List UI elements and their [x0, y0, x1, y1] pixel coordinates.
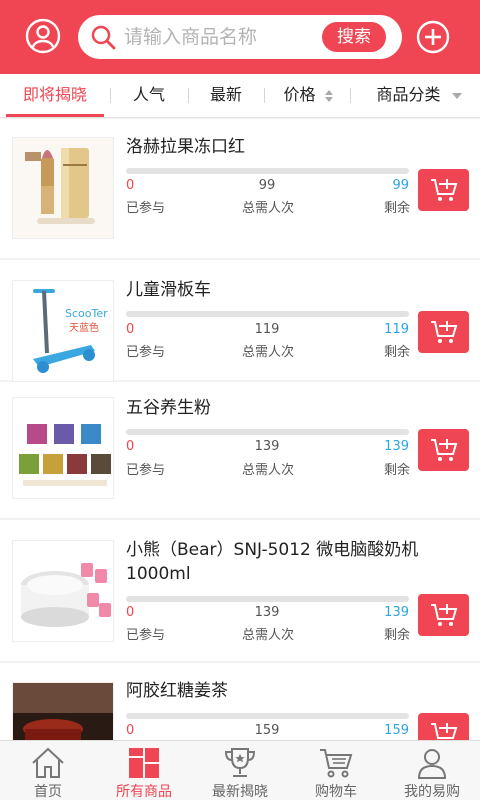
list-item[interactable]: 洛赫拉果冻口红 0 99 99 已参与 总需人次 剩余 [0, 119, 480, 258]
product-name: 洛赫拉果冻口红 [126, 137, 245, 157]
joined-count: 0 [126, 439, 135, 454]
nav-my-account-label: 我的易购 [404, 784, 460, 800]
nav-home[interactable]: 首页 [0, 741, 96, 800]
add-to-cart-button[interactable] [418, 594, 469, 636]
user-icon [417, 749, 447, 779]
cart-plus-icon [431, 179, 458, 201]
nav-cart-label: 购物车 [315, 784, 357, 800]
tab-price-label: 价格 [283, 85, 316, 104]
total-count: 119 [254, 322, 280, 337]
remaining-count: 119 [384, 322, 409, 337]
user-avatar-icon[interactable] [25, 18, 61, 54]
joined-count: 0 [126, 723, 135, 738]
home-icon [32, 747, 64, 778]
remaining-label: 剩余 [384, 201, 411, 216]
remaining-label: 剩余 [384, 463, 411, 478]
add-to-cart-button[interactable] [418, 311, 469, 353]
remaining-count: 139 [384, 605, 409, 620]
tab-popularity[interactable]: 人气 [112, 74, 186, 116]
product-list: 洛赫拉果冻口红 0 99 99 已参与 总需人次 剩余 ScooTer 天蓝色 … [0, 119, 480, 740]
tab-newest[interactable]: 最新 [190, 74, 262, 116]
grid-icon [129, 748, 159, 778]
joined-label: 已参与 [126, 201, 166, 216]
nav-all-products-label: 所有商品 [116, 784, 172, 800]
progress-bar [126, 429, 409, 435]
thumb-color-text: 天蓝色 [69, 321, 99, 334]
list-item[interactable]: 小熊（Bear）SNJ-5012 微电脑酸奶机1000ml 0 139 139 … [0, 520, 480, 661]
joined-label: 已参与 [126, 628, 166, 643]
product-name: 五谷养生粉 [126, 398, 211, 418]
tab-divider [188, 88, 189, 103]
remaining-label: 剩余 [384, 628, 411, 643]
remaining-count: 99 [392, 178, 409, 193]
total-count: 99 [258, 178, 276, 193]
total-label: 总需人次 [242, 463, 295, 478]
total-count: 139 [254, 439, 280, 454]
total-count: 139 [254, 605, 280, 620]
cart-plus-icon [431, 723, 458, 739]
cart-plus-icon [431, 321, 458, 343]
total-label: 总需人次 [242, 628, 295, 643]
add-to-cart-button[interactable] [418, 169, 469, 211]
chevron-down-icon [451, 92, 462, 99]
product-image-yogurt-maker [12, 540, 114, 642]
progress-bar [126, 713, 409, 719]
list-item[interactable]: ScooTer 天蓝色 儿童滑板车 0 119 119 已参与 总需人次 剩余 [0, 260, 480, 382]
joined-count: 0 [126, 178, 135, 193]
progress-bar [126, 168, 409, 174]
product-image-ginger-tea [12, 682, 114, 740]
thumb-brand-text: ScooTer [65, 307, 108, 320]
progress-bar [126, 311, 409, 317]
nav-latest-reveal-label: 最新揭晓 [212, 784, 268, 800]
add-circle-icon[interactable] [416, 20, 450, 54]
tab-divider [110, 88, 111, 103]
product-name: 阿胶红糖姜茶 [126, 681, 228, 701]
product-image-scooter: ScooTer 天蓝色 [12, 280, 114, 382]
search-box: 搜索 [78, 15, 402, 59]
tab-category[interactable]: 商品分类 [358, 74, 480, 116]
list-item[interactable]: 阿胶红糖姜茶 0 159 159 [0, 663, 480, 740]
nav-all-products[interactable]: 所有商品 [96, 741, 192, 800]
total-count: 159 [254, 723, 280, 738]
product-name: 儿童滑板车 [126, 280, 211, 300]
bottom-tab-bar: 首页 所有商品 最新揭晓 购物车 我的易购 [0, 740, 480, 800]
product-image-lipstick [12, 137, 114, 239]
product-name: 小熊（Bear）SNJ-5012 微电脑酸奶机1000ml [126, 540, 419, 584]
joined-label: 已参与 [126, 345, 166, 360]
add-to-cart-button[interactable] [418, 713, 469, 740]
nav-cart[interactable]: 购物车 [288, 741, 384, 800]
remaining-count: 139 [384, 439, 409, 454]
tab-divider [264, 88, 265, 103]
total-label: 总需人次 [242, 345, 295, 360]
active-tab-indicator [6, 114, 104, 117]
filter-tabs: 即将揭晓 人气 最新 价格 商品分类 [0, 74, 480, 118]
list-item[interactable]: 五谷养生粉 0 139 139 已参与 总需人次 剩余 [0, 382, 480, 518]
cart-plus-icon [431, 604, 458, 626]
joined-count: 0 [126, 322, 135, 337]
remaining-count: 159 [384, 723, 409, 738]
nav-my-account[interactable]: 我的易购 [384, 741, 480, 800]
nav-home-label: 首页 [34, 784, 62, 800]
total-label: 总需人次 [242, 201, 295, 216]
product-image-grain-powder [12, 397, 114, 499]
nav-latest-reveal[interactable]: 最新揭晓 [192, 741, 288, 800]
joined-count: 0 [126, 605, 135, 620]
tab-category-label: 商品分类 [376, 85, 441, 104]
trophy-icon [224, 748, 256, 777]
cart-plus-icon [431, 439, 458, 461]
search-button[interactable]: 搜索 [322, 22, 386, 52]
top-bar: 搜索 [0, 0, 480, 74]
cart-icon [320, 749, 353, 778]
tab-upcoming[interactable]: 即将揭晓 [6, 74, 104, 116]
tab-price[interactable]: 价格 [266, 74, 350, 116]
search-input[interactable] [124, 21, 314, 53]
add-to-cart-button[interactable] [418, 429, 469, 471]
search-icon [90, 24, 116, 50]
progress-bar [126, 596, 409, 602]
remaining-label: 剩余 [384, 345, 411, 360]
joined-label: 已参与 [126, 463, 166, 478]
sort-arrows-icon [324, 89, 333, 102]
tab-divider [350, 88, 351, 103]
